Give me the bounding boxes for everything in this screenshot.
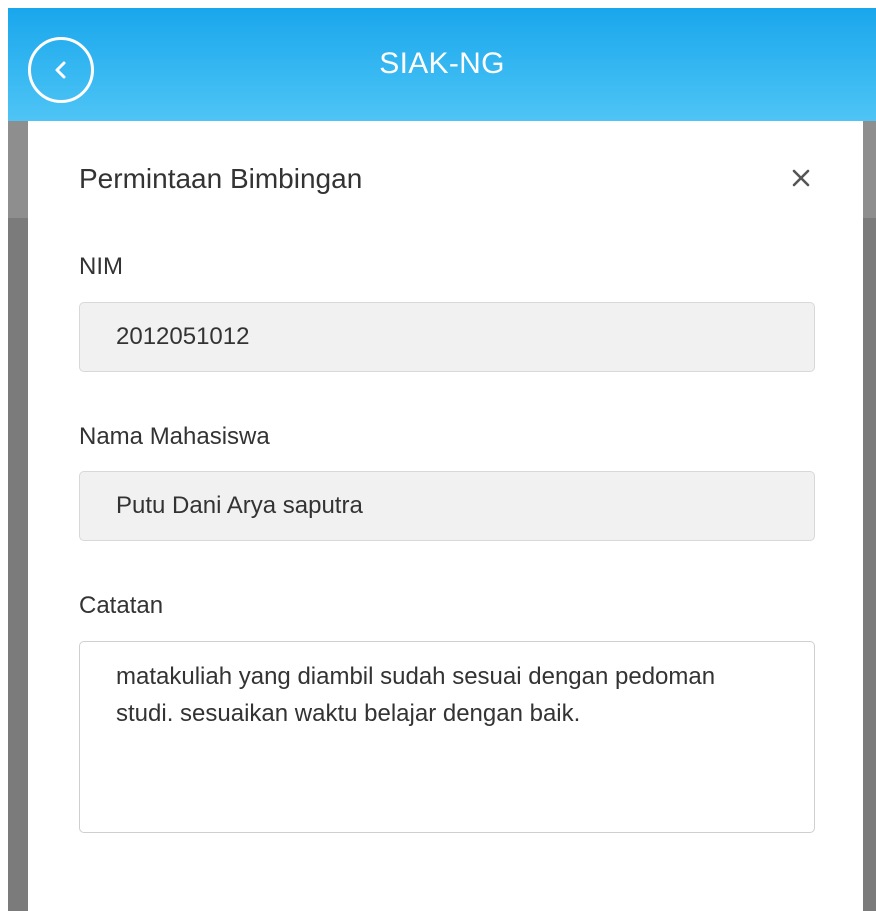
notes-label: Catatan: [79, 592, 164, 619]
student-name-field[interactable]: Putu Dani Arya saputra: [79, 471, 815, 541]
app-bar: SIAK-NG: [8, 8, 876, 121]
guidance-request-modal: Permintaan Bimbingan NIM 2012051012 Nama…: [28, 121, 863, 911]
app-title: SIAK-NG: [379, 46, 505, 80]
nim-label: NIM: [79, 253, 123, 280]
resize-handle-icon[interactable]: [804, 822, 812, 830]
student-name-label: Nama Mahasiswa: [79, 423, 270, 450]
close-icon: [791, 168, 811, 193]
backdrop-left-top: [8, 121, 28, 218]
backdrop-left: [8, 121, 28, 911]
backdrop-right-top: [863, 121, 876, 218]
back-button[interactable]: [28, 37, 94, 103]
screen: SIAK-NG Permintaan Bimbingan NIM 2012051…: [0, 0, 876, 911]
nim-field[interactable]: 2012051012: [79, 302, 815, 372]
notes-textarea[interactable]: matakuliah yang diambil sudah sesuai den…: [79, 641, 815, 833]
close-button[interactable]: [786, 165, 816, 195]
notes-text: matakuliah yang diambil sudah sesuai den…: [116, 663, 716, 727]
chevron-left-icon: [49, 58, 73, 82]
backdrop-right: [863, 121, 876, 911]
modal-title: Permintaan Bimbingan: [79, 163, 363, 194]
